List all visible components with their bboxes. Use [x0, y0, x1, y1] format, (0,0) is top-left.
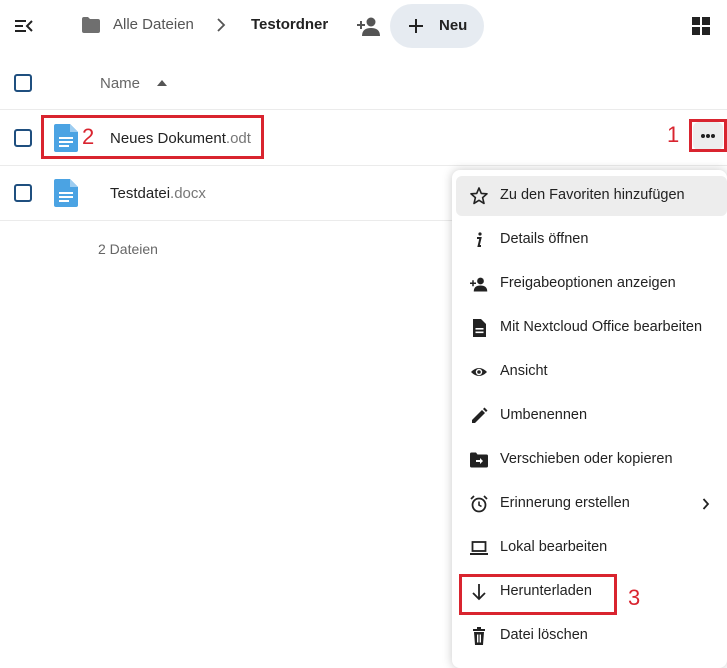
menu-item-label: Details öffnen	[500, 231, 589, 247]
sort-ascending-icon[interactable]	[157, 80, 167, 86]
navigation-toggle-icon[interactable]	[14, 16, 34, 36]
share-icon	[470, 277, 488, 292]
row-checkbox[interactable]	[14, 184, 32, 202]
menu-item-delete[interactable]: Datei löschen	[456, 616, 727, 656]
menu-item-add-favorite[interactable]: Zu den Favoriten hinzufügen	[456, 176, 727, 216]
eye-icon	[471, 368, 487, 376]
menu-item-label: Freigabeoptionen anzeigen	[500, 275, 676, 291]
highlight-box-file	[41, 115, 264, 159]
step-number-1: 1	[667, 122, 680, 147]
menu-item-label: Umbenennen	[500, 407, 588, 423]
highlight-box-actions	[689, 119, 727, 152]
folder-move-icon	[470, 452, 488, 468]
menu-item-label: Mit Nextcloud Office bearbeiten	[500, 319, 703, 335]
menu-item-share-options[interactable]: Freigabeoptionen anzeigen	[456, 264, 727, 304]
share-icon[interactable]	[357, 15, 381, 37]
menu-item-create-reminder[interactable]: Erinnerung erstellen	[456, 484, 727, 524]
laptop-icon	[470, 541, 488, 555]
column-name-header[interactable]: Name	[100, 75, 140, 92]
chevron-right-icon	[217, 18, 226, 32]
menu-item-label: Erinnerung erstellen	[500, 495, 630, 511]
menu-item-label: Datei löschen	[500, 627, 588, 643]
file-list-header: Name	[0, 56, 727, 110]
highlight-box-download	[459, 574, 617, 615]
file-name[interactable]: Testdatei.docx	[110, 185, 206, 202]
new-button[interactable]: Neu	[390, 4, 484, 48]
menu-item-move-copy[interactable]: Verschieben oder kopieren	[456, 440, 727, 480]
menu-item-label: Zu den Favoriten hinzufügen	[500, 187, 685, 203]
menu-item-rename[interactable]: Umbenennen	[456, 396, 727, 436]
select-all-checkbox[interactable]	[14, 74, 32, 92]
menu-item-label: Verschieben oder kopieren	[500, 451, 673, 467]
top-bar: Alle Dateien Testordner Neu	[0, 0, 727, 52]
menu-item-details[interactable]: Details öffnen	[456, 220, 727, 260]
file-name-base: Testdatei	[110, 185, 171, 202]
info-icon	[477, 232, 482, 247]
plus-icon	[409, 19, 423, 33]
pencil-icon	[472, 407, 488, 423]
file-extension: .docx	[170, 185, 206, 202]
grid-view-icon[interactable]	[692, 17, 710, 35]
menu-item-edit-office[interactable]: Mit Nextcloud Office bearbeiten	[456, 308, 727, 348]
breadcrumb-current-folder[interactable]: Testordner	[251, 16, 328, 33]
new-button-label: Neu	[439, 17, 468, 34]
menu-item-label: Lokal bearbeiten	[500, 539, 608, 555]
row-checkbox[interactable]	[14, 129, 32, 147]
trash-icon	[473, 627, 485, 645]
breadcrumb-all-files[interactable]: Alle Dateien	[113, 16, 194, 33]
step-number-3: 3	[628, 585, 641, 610]
menu-item-label: Ansicht	[500, 363, 548, 379]
alarm-icon	[470, 495, 488, 513]
step-number-2: 2	[82, 124, 95, 149]
file-count-summary: 2 Dateien	[98, 241, 158, 257]
menu-item-edit-locally[interactable]: Lokal bearbeiten	[456, 528, 727, 568]
chevron-right-icon	[702, 498, 710, 510]
star-icon	[470, 187, 488, 205]
folder-icon	[82, 17, 100, 33]
document-icon	[54, 179, 78, 207]
menu-item-view[interactable]: Ansicht	[456, 352, 727, 392]
document-icon	[473, 319, 486, 337]
